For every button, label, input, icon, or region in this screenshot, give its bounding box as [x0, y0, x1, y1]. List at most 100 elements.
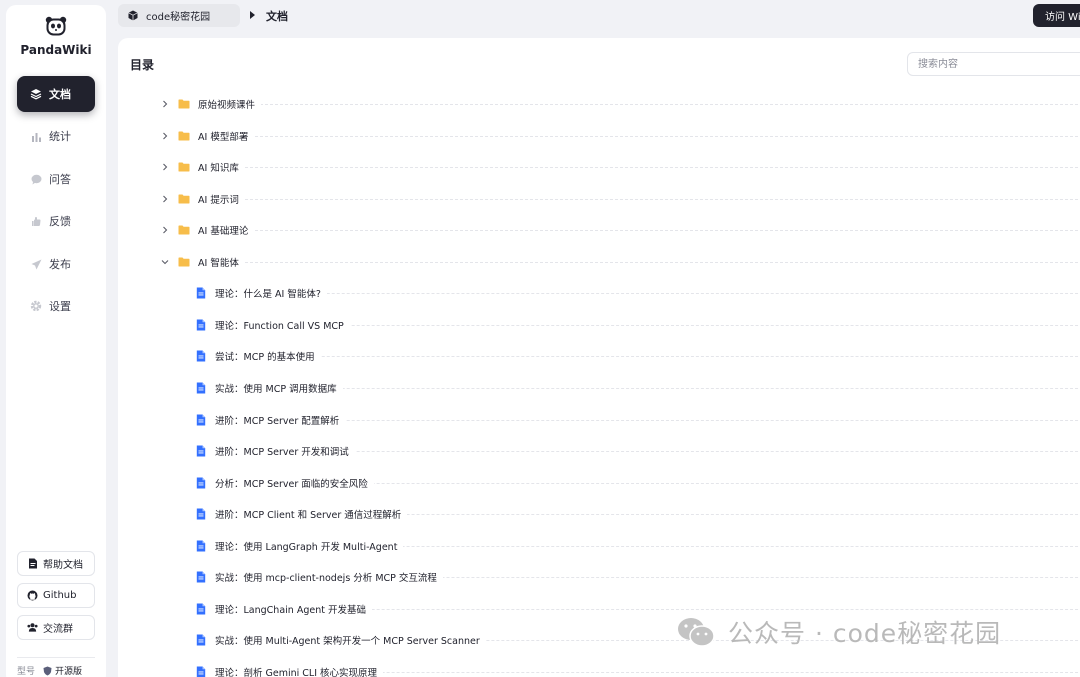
- row-divider: [200, 167, 1080, 169]
- wechat-icon: [676, 616, 716, 648]
- tree-item-label: 理论：什么是 AI 智能体?: [215, 286, 327, 301]
- chevron-right-icon[interactable]: [160, 99, 170, 109]
- document-icon: [195, 603, 207, 615]
- folder-icon: [178, 98, 190, 110]
- hand-icon: [29, 214, 43, 228]
- folder-row[interactable]: AI 模型部署: [118, 126, 1080, 146]
- document-icon: [195, 319, 207, 331]
- document-icon: [195, 350, 207, 362]
- row-divider: [217, 419, 1080, 421]
- document-row[interactable]: 进阶：MCP Server 配置解析: [118, 410, 1080, 430]
- sidebar-item-publish[interactable]: 发布: [17, 246, 95, 282]
- tree-item-label: AI 知识库: [198, 160, 245, 175]
- document-row[interactable]: 尝试：MCP 的基本使用: [118, 346, 1080, 366]
- document-icon: [195, 540, 207, 552]
- chat-bubble-icon: [29, 172, 43, 186]
- chevron-right-icon[interactable]: [160, 162, 170, 172]
- document-icon: [195, 414, 207, 426]
- visit-wiki-label: 访问 Wi: [1045, 12, 1080, 23]
- document-row[interactable]: 理论：Function Call VS MCP: [118, 315, 1080, 335]
- row-divider: [200, 230, 1080, 232]
- document-row[interactable]: 进阶：MCP Server 开发和调试: [118, 441, 1080, 461]
- tree-item-label: 理论：剖析 Gemini CLI 核心实现原理: [215, 664, 384, 677]
- tree-item-label: AI 智能体: [198, 254, 245, 269]
- document-icon: [195, 571, 207, 583]
- row-divider: [200, 198, 1080, 200]
- visit-wiki-button[interactable]: 访问 Wi: [1033, 4, 1080, 27]
- chevron-right-icon[interactable]: [160, 194, 170, 204]
- search-input[interactable]: [907, 52, 1080, 76]
- sidebar-divider: [17, 657, 95, 658]
- sidebar-item-label: 文档: [49, 88, 71, 101]
- tree-item-label: 尝试：MCP 的基本使用: [215, 349, 321, 364]
- sidebar-item-label: 反馈: [49, 215, 71, 228]
- sidebar-item-feedback[interactable]: 反馈: [17, 203, 95, 239]
- row-divider: [217, 293, 1080, 295]
- row-divider: [200, 104, 1080, 105]
- document-row[interactable]: 理论：剖析 Gemini CLI 核心实现原理: [118, 662, 1080, 677]
- layers-icon: [29, 87, 43, 101]
- folder-icon: [178, 161, 190, 173]
- group-icon: [27, 622, 38, 633]
- chevron-right-icon[interactable]: [160, 131, 170, 141]
- panda-logo-icon: [45, 16, 67, 36]
- logo[interactable]: PandaWiki: [6, 15, 106, 57]
- tree-item-label: AI 基础理论: [198, 223, 255, 238]
- breadcrumb[interactable]: code秘密花园: [118, 4, 240, 27]
- document-row[interactable]: 实战：使用 mcp-client-nodejs 分析 MCP 交互流程: [118, 567, 1080, 587]
- tree-item-label: 分析：MCP Server 面临的安全风险: [215, 475, 374, 490]
- breadcrumb-arrow-icon: [250, 11, 255, 19]
- send-icon: [29, 257, 43, 271]
- version-info: 型号 开源版: [17, 664, 82, 677]
- document-row[interactable]: 进阶：MCP Client 和 Server 通信过程解析: [118, 504, 1080, 524]
- watermark: 公众号 · code秘密花园: [676, 614, 1001, 650]
- edition-label: 开源版: [55, 667, 83, 677]
- tree-item-label: AI 提示词: [198, 191, 245, 206]
- folder-row[interactable]: AI 提示词: [118, 189, 1080, 209]
- row-divider: [200, 261, 1080, 263]
- tree-item-label: 进阶：MCP Server 开发和调试: [215, 444, 355, 459]
- tree-item-label: 进阶：MCP Client 和 Server 通信过程解析: [215, 507, 408, 522]
- cube-icon: [128, 10, 138, 21]
- document-row[interactable]: 理论：使用 LangGraph 开发 Multi-Agent: [118, 536, 1080, 556]
- document-icon: [195, 477, 207, 489]
- edition-badge: 开源版: [43, 664, 82, 677]
- chevron-right-icon[interactable]: [160, 225, 170, 235]
- folder-icon: [178, 256, 190, 268]
- tree-item-label: 进阶：MCP Server 配置解析: [215, 412, 346, 427]
- gear-icon: [29, 299, 43, 313]
- document-row[interactable]: 实战：使用 MCP 调用数据库: [118, 378, 1080, 398]
- folder-row[interactable]: AI 智能体: [118, 252, 1080, 272]
- tree-item-label: 实战：使用 mcp-client-nodejs 分析 MCP 交互流程: [215, 570, 443, 585]
- shield-icon: [43, 666, 52, 676]
- row-divider: [200, 135, 1080, 137]
- folder-icon: [178, 224, 190, 236]
- document-icon: [195, 445, 207, 457]
- help-docs-button[interactable]: 帮助文档: [17, 551, 95, 576]
- tree-item-label: 理论：Function Call VS MCP: [215, 317, 350, 332]
- row-divider: [217, 387, 1080, 389]
- folder-row[interactable]: AI 基础理论: [118, 220, 1080, 240]
- sidebar-item-settings[interactable]: 设置: [17, 288, 95, 324]
- sidebar-item-stats[interactable]: 统计: [17, 118, 95, 154]
- document-row[interactable]: 理论：什么是 AI 智能体?: [118, 283, 1080, 303]
- document-row[interactable]: 分析：MCP Server 面临的安全风险: [118, 473, 1080, 493]
- watermark-text: 公众号 · code秘密花园: [728, 619, 1002, 648]
- group-chat-button[interactable]: 交流群: [17, 615, 95, 640]
- sidebar-item-label: 发布: [49, 258, 71, 271]
- version-label: 型号: [17, 667, 36, 677]
- tree-item-label: 理论：LangChain Agent 开发基础: [215, 601, 372, 616]
- document-icon: [195, 634, 207, 646]
- document-icon: [195, 382, 207, 394]
- github-button[interactable]: Github: [17, 583, 95, 608]
- tree-item-label: 实战：使用 MCP 调用数据库: [215, 380, 343, 395]
- folder-icon: [178, 130, 190, 142]
- folder-row[interactable]: 原始视频课件: [118, 94, 1080, 114]
- chevron-down-icon[interactable]: [160, 257, 170, 267]
- sidebar-item-qa[interactable]: 问答: [17, 161, 95, 197]
- sidebar-item-docs[interactable]: 文档: [17, 76, 95, 112]
- tree-item-label: 实战：使用 Multi-Agent 架构开发一个 MCP Server Scan…: [215, 633, 486, 648]
- bar-chart-icon: [29, 129, 43, 143]
- github-label: Github: [43, 590, 77, 601]
- folder-row[interactable]: AI 知识库: [118, 157, 1080, 177]
